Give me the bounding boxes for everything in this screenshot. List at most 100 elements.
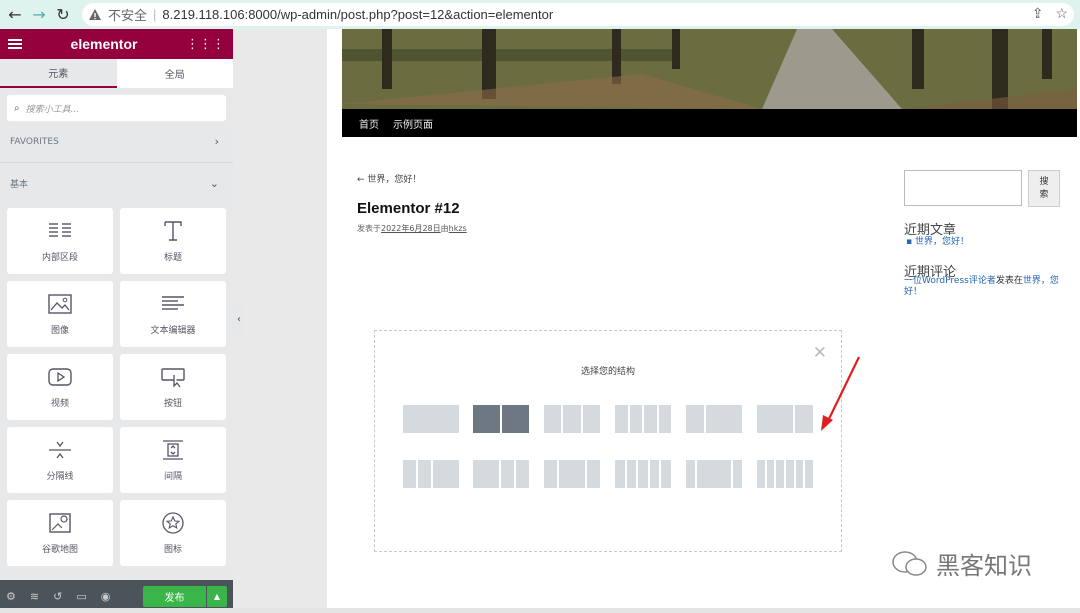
- wechat-icon: [892, 550, 927, 576]
- recent-comment: 一位WordPress评论者发表在世界，您好！: [904, 276, 1064, 298]
- meta-prefix: 发表于: [357, 224, 381, 233]
- menu-item-home[interactable]: 首页: [359, 116, 379, 131]
- address-separator: |: [153, 7, 157, 22]
- publish-button[interactable]: 发布: [143, 586, 206, 607]
- search-placeholder: 搜索小工具...: [25, 104, 80, 115]
- meta-by: 由: [440, 224, 449, 233]
- structure-preset-5col[interactable]: [615, 460, 671, 488]
- google-maps-icon: [49, 512, 71, 533]
- meta-author-link[interactable]: hkzs: [449, 224, 467, 233]
- bookmark-star-icon[interactable]: ☆: [1055, 5, 1068, 22]
- post-meta: 发表于2022年6月28日由hkzs: [357, 223, 467, 234]
- history-icon[interactable]: ↺: [53, 590, 62, 603]
- basic-section[interactable]: 基本 ⌄: [0, 163, 233, 204]
- url-text: 8.219.118.106:8000/wp-admin/post.php?pos…: [162, 7, 554, 22]
- panel-tabs: 元素 全局: [0, 59, 233, 88]
- browser-toolbar: ← → ↻ 不安全 | 8.219.118.106:8000/wp-admin/…: [0, 0, 1080, 29]
- spacer-icon: [163, 439, 183, 460]
- video-icon: [48, 367, 72, 386]
- widget-search-input[interactable]: ⌕ 搜索小工具...: [7, 95, 226, 121]
- heading-icon: [164, 220, 182, 241]
- address-bar[interactable]: 不安全 | 8.219.118.106:8000/wp-admin/post.p…: [82, 3, 1074, 26]
- widget-icon[interactable]: 图标: [120, 500, 226, 566]
- structure-preset-2col[interactable]: [473, 405, 529, 433]
- widget-label: 视频: [50, 398, 69, 409]
- header-image: [342, 29, 1077, 109]
- structure-preset-16-66-16[interactable]: [686, 460, 743, 488]
- meta-date-link[interactable]: 2022年6月28日: [381, 224, 441, 233]
- tab-global[interactable]: 全局: [117, 59, 234, 88]
- header-photo: [342, 29, 1077, 109]
- page-preview: 首页 示例页面 ← 世界，您好！ Elementor #12 发表于2022年6…: [327, 29, 1080, 613]
- preview-eye-icon[interactable]: ◉: [101, 590, 111, 603]
- widget-inner-section[interactable]: 内部区段: [7, 208, 113, 274]
- image-icon: [48, 293, 72, 314]
- widget-text-editor[interactable]: 文本编辑器: [120, 281, 226, 347]
- widget-label: 内部区段: [41, 252, 78, 263]
- basic-label: 基本: [10, 180, 29, 190]
- widget-label: 间隔: [163, 471, 182, 482]
- publish-options-caret-icon[interactable]: ▲: [207, 586, 227, 607]
- favorites-label: FAVORITES: [10, 136, 59, 147]
- post-title: Elementor #12: [357, 200, 460, 217]
- reload-icon[interactable]: ↻: [51, 3, 75, 27]
- red-annotation-arrow: [821, 356, 860, 431]
- elementor-logo: elementor: [70, 36, 138, 52]
- structure-preset-6col[interactable]: [757, 460, 814, 488]
- widget-video[interactable]: 视频: [7, 354, 113, 420]
- widget-heading[interactable]: 标题: [120, 208, 226, 274]
- watermark: 黑客知识: [890, 546, 1032, 581]
- comment-on-label: 发表在: [995, 276, 1023, 286]
- widget-button[interactable]: 按钮: [120, 354, 226, 420]
- bottom-border: [0, 608, 1080, 613]
- star-icon: [162, 511, 184, 534]
- widget-image[interactable]: 图像: [7, 281, 113, 347]
- search-icon: ⌕: [14, 102, 20, 114]
- structure-preset-33-66[interactable]: [686, 405, 742, 433]
- structure-preset-25-50-25[interactable]: [544, 460, 600, 488]
- security-label: 不安全: [108, 8, 148, 23]
- site-menu: 首页 示例页面: [342, 109, 1077, 137]
- watermark-text: 黑客知识: [936, 552, 1032, 580]
- widget-spacer[interactable]: 间隔: [120, 427, 226, 493]
- widget-divider[interactable]: 分隔线: [7, 427, 113, 493]
- widgets-grid-icon[interactable]: ⋮⋮⋮: [186, 37, 225, 52]
- structure-title: 选择您的结构: [580, 367, 635, 377]
- menu-item-sample-page[interactable]: 示例页面: [393, 116, 433, 131]
- structure-preset-66-33[interactable]: [757, 405, 813, 433]
- button-icon: [161, 367, 185, 388]
- widget-grid: 内部区段 标题 图像 文本编辑器 视频 按钮 分隔线 间隔 谷歌地图 图标: [0, 204, 233, 566]
- comment-author-link[interactable]: 一位WordPress评论者: [904, 276, 996, 286]
- sidebar-search-button[interactable]: 搜 索: [1028, 170, 1060, 207]
- recent-posts-list: ▪ 世界，您好！: [906, 237, 969, 247]
- warning-icon: [89, 8, 101, 20]
- divider-icon: [49, 441, 71, 458]
- forward-arrow-icon[interactable]: →: [27, 3, 51, 27]
- responsive-mode-icon[interactable]: ▭: [76, 590, 86, 603]
- structure-preset-1col[interactable]: [403, 405, 459, 433]
- menu-icon[interactable]: [8, 39, 22, 49]
- sidebar-search-input[interactable]: [904, 170, 1022, 206]
- share-icon[interactable]: ⇪: [1032, 5, 1044, 22]
- structure-selector: ✕ 选择您的结构: [374, 330, 842, 552]
- structure-preset-25-25-50[interactable]: [403, 460, 459, 488]
- widget-google-maps[interactable]: 谷歌地图: [7, 500, 113, 566]
- navigator-layers-icon[interactable]: ≋: [30, 590, 39, 603]
- tab-elements[interactable]: 元素: [0, 59, 117, 88]
- structure-preset-4col[interactable]: [615, 405, 671, 433]
- widget-label: 文本编辑器: [150, 325, 196, 336]
- text-editor-icon: [162, 295, 184, 310]
- panel-header: elementor ⋮⋮⋮: [0, 29, 233, 59]
- chevron-right-icon: ›: [214, 135, 219, 148]
- structure-preset-3col[interactable]: [544, 405, 600, 433]
- favorites-section[interactable]: FAVORITES ›: [0, 121, 233, 162]
- chevron-down-icon: ⌄: [209, 177, 219, 190]
- inner-section-icon: [49, 222, 71, 237]
- previous-post-link[interactable]: ← 世界，您好！: [357, 172, 421, 185]
- collapse-panel-chevron-icon[interactable]: ‹: [233, 300, 245, 338]
- back-arrow-icon[interactable]: ←: [3, 3, 27, 27]
- settings-gear-icon[interactable]: ⚙: [6, 590, 16, 603]
- structure-preset-50-25-25[interactable]: [473, 460, 529, 488]
- widget-label: 谷歌地图: [41, 544, 78, 555]
- recent-post-link[interactable]: 世界，您好！: [915, 237, 969, 247]
